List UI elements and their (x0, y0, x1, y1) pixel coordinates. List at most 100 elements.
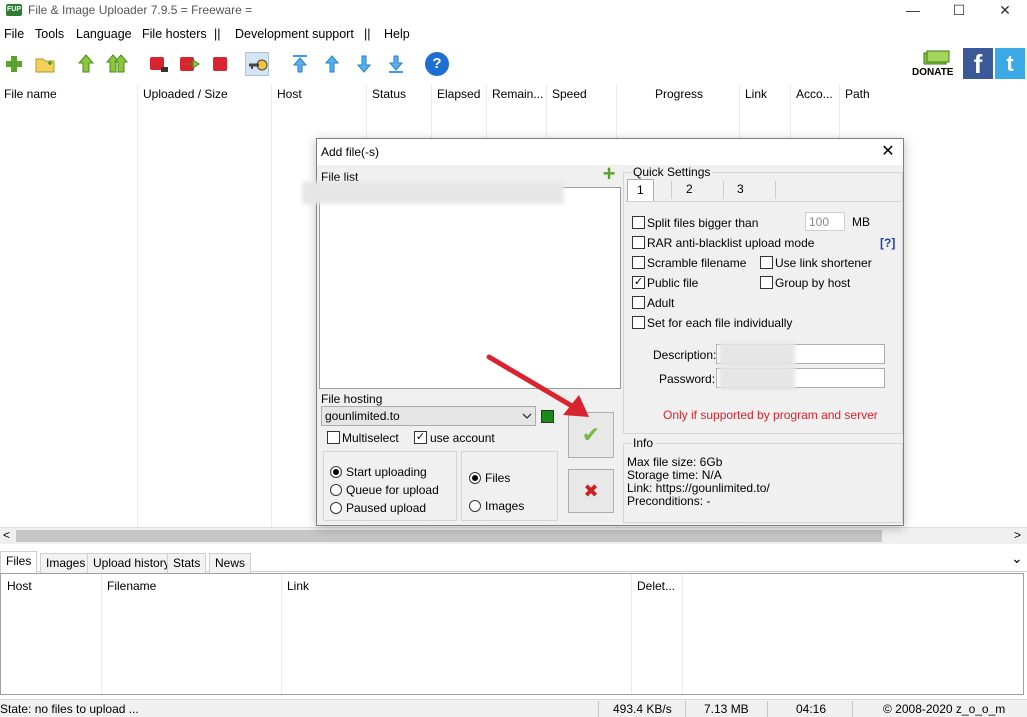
split-files-box[interactable] (632, 216, 645, 229)
scramble-filename-box[interactable] (632, 256, 645, 269)
password-input[interactable] (716, 366, 885, 390)
upload-all-icon[interactable] (105, 52, 129, 76)
column-progress[interactable]: Progress (655, 87, 703, 101)
column-host[interactable]: Host (277, 87, 302, 101)
add-files-dialog: Add file(-s) ✕ File list + File hosting … (302, 138, 904, 526)
add-file-icon[interactable]: + (600, 163, 618, 185)
link-shortener-label: Use link shortener (775, 256, 872, 270)
scroll-right-icon[interactable]: > (1014, 528, 1021, 542)
twitter-icon[interactable]: t (995, 48, 1025, 79)
group-by-host-box[interactable] (760, 276, 773, 289)
column-filename[interactable]: Filename (107, 579, 156, 593)
tab-stats[interactable]: Stats (167, 553, 207, 573)
adult-box[interactable] (632, 296, 645, 309)
rar-help-link[interactable]: [?] (880, 236, 895, 250)
menu-language[interactable]: Language (76, 27, 132, 41)
column-elapsed[interactable]: Elapsed (437, 87, 480, 101)
tab-files[interactable]: Files (0, 551, 38, 573)
redacted-description (719, 342, 795, 366)
menu-help[interactable]: Help (384, 27, 410, 41)
scroll-left-icon[interactable]: < (3, 528, 10, 542)
column-link[interactable]: Link (745, 87, 767, 101)
info-max-size: Max file size: 6Gb (627, 455, 723, 469)
radio-button[interactable] (330, 502, 342, 514)
accounts-key-icon[interactable] (245, 52, 269, 76)
column-path[interactable]: Path (845, 87, 870, 101)
horizontal-scrollbar[interactable]: < > (0, 527, 1027, 544)
tab-3[interactable]: 3 (728, 179, 753, 201)
add-files-icon[interactable] (2, 52, 26, 76)
menu-file-hosters[interactable]: File hosters (142, 27, 207, 41)
quick-settings-title: Quick Settings (631, 165, 713, 179)
adult-label: Adult (647, 296, 675, 310)
menu-development-support[interactable]: Development support (235, 27, 354, 41)
column-remain[interactable]: Remain... (492, 87, 543, 101)
radio-button[interactable] (469, 472, 481, 484)
radio-button[interactable] (330, 484, 342, 496)
split-size-unit: MB (852, 215, 870, 229)
quick-settings-tabs: 1 2 3 (627, 179, 777, 201)
move-top-icon[interactable] (288, 52, 312, 76)
column-uploaded-size[interactable]: Uploaded / Size (143, 87, 228, 101)
queue-for-upload-label: Queue for upload (346, 483, 439, 497)
paused-upload-label: Paused upload (346, 501, 427, 515)
files-label: Files (485, 471, 511, 485)
donate-button[interactable]: DONATE (912, 50, 958, 80)
scrollbar-thumb[interactable] (16, 530, 882, 542)
each-file-box[interactable] (632, 316, 645, 329)
info-title: Info (631, 436, 656, 450)
help-icon[interactable]: ? (425, 52, 449, 76)
column-account[interactable]: Acco... (796, 87, 833, 101)
start-uploading-label: Start uploading (346, 465, 427, 479)
menu-separator: || (364, 27, 371, 41)
close-button[interactable]: ✕ (982, 0, 1027, 22)
add-folder-icon[interactable] (33, 52, 57, 76)
radio-button[interactable] (330, 466, 342, 478)
radio-button[interactable] (469, 500, 481, 512)
tab-1[interactable]: 1 (627, 179, 654, 201)
facebook-icon[interactable]: f (963, 48, 993, 79)
title-bar: FUP File & Image Uploader 7.9.5 = Freewa… (0, 0, 1027, 22)
stop-selected-icon[interactable] (146, 52, 170, 76)
column-file-name[interactable]: File name (4, 87, 57, 101)
description-input[interactable] (716, 342, 885, 366)
column-speed[interactable]: Speed (552, 87, 587, 101)
status-time: 04:16 (796, 702, 827, 716)
minimize-button[interactable]: — (890, 0, 936, 22)
host-select-value: gounlimited.to (325, 409, 400, 423)
link-shortener-box[interactable] (760, 256, 773, 269)
move-bottom-icon[interactable] (384, 52, 408, 76)
collapse-icon[interactable]: ⌄ (1011, 550, 1023, 567)
tab-images[interactable]: Images (40, 553, 92, 573)
file-table-header: File name Uploaded / Size Host Status El… (0, 84, 1027, 104)
column-delete[interactable]: Delet... (637, 579, 675, 593)
menu-file[interactable]: File (4, 27, 24, 41)
cancel-button[interactable]: ✖ (568, 469, 614, 513)
status-size: 7.13 MB (704, 702, 749, 716)
upload-arrow-icon[interactable] (74, 52, 98, 76)
menu-bar: File Tools Language File hosters || Deve… (0, 24, 1027, 44)
move-to-queue-icon[interactable] (177, 52, 201, 76)
dialog-close-button[interactable]: ✕ (877, 141, 899, 163)
move-up-icon[interactable] (320, 52, 344, 76)
column-host[interactable]: Host (7, 579, 32, 593)
use-account-box[interactable] (414, 431, 427, 444)
rar-mode-box[interactable] (632, 236, 645, 249)
rar-mode-label: RAR anti-blacklist upload mode (647, 236, 815, 250)
public-file-box[interactable] (632, 276, 645, 289)
multiselect-label: Multiselect (342, 431, 399, 445)
tab-news[interactable]: News (209, 553, 252, 573)
split-size-input[interactable]: 100 (805, 212, 845, 231)
multiselect-box[interactable] (327, 431, 340, 444)
use-account-label: use account (430, 431, 495, 445)
tab-2[interactable]: 2 (677, 179, 702, 201)
status-speed: 493.4 KB/s (613, 702, 672, 716)
maximize-button[interactable]: ☐ (936, 0, 982, 22)
column-status[interactable]: Status (372, 87, 406, 101)
tab-upload-history[interactable]: Upload history (87, 553, 176, 573)
column-link[interactable]: Link (287, 579, 309, 593)
annotation-arrow-icon (486, 354, 589, 417)
stop-all-icon[interactable] (208, 52, 232, 76)
move-down-icon[interactable] (352, 52, 376, 76)
menu-tools[interactable]: Tools (35, 27, 64, 41)
